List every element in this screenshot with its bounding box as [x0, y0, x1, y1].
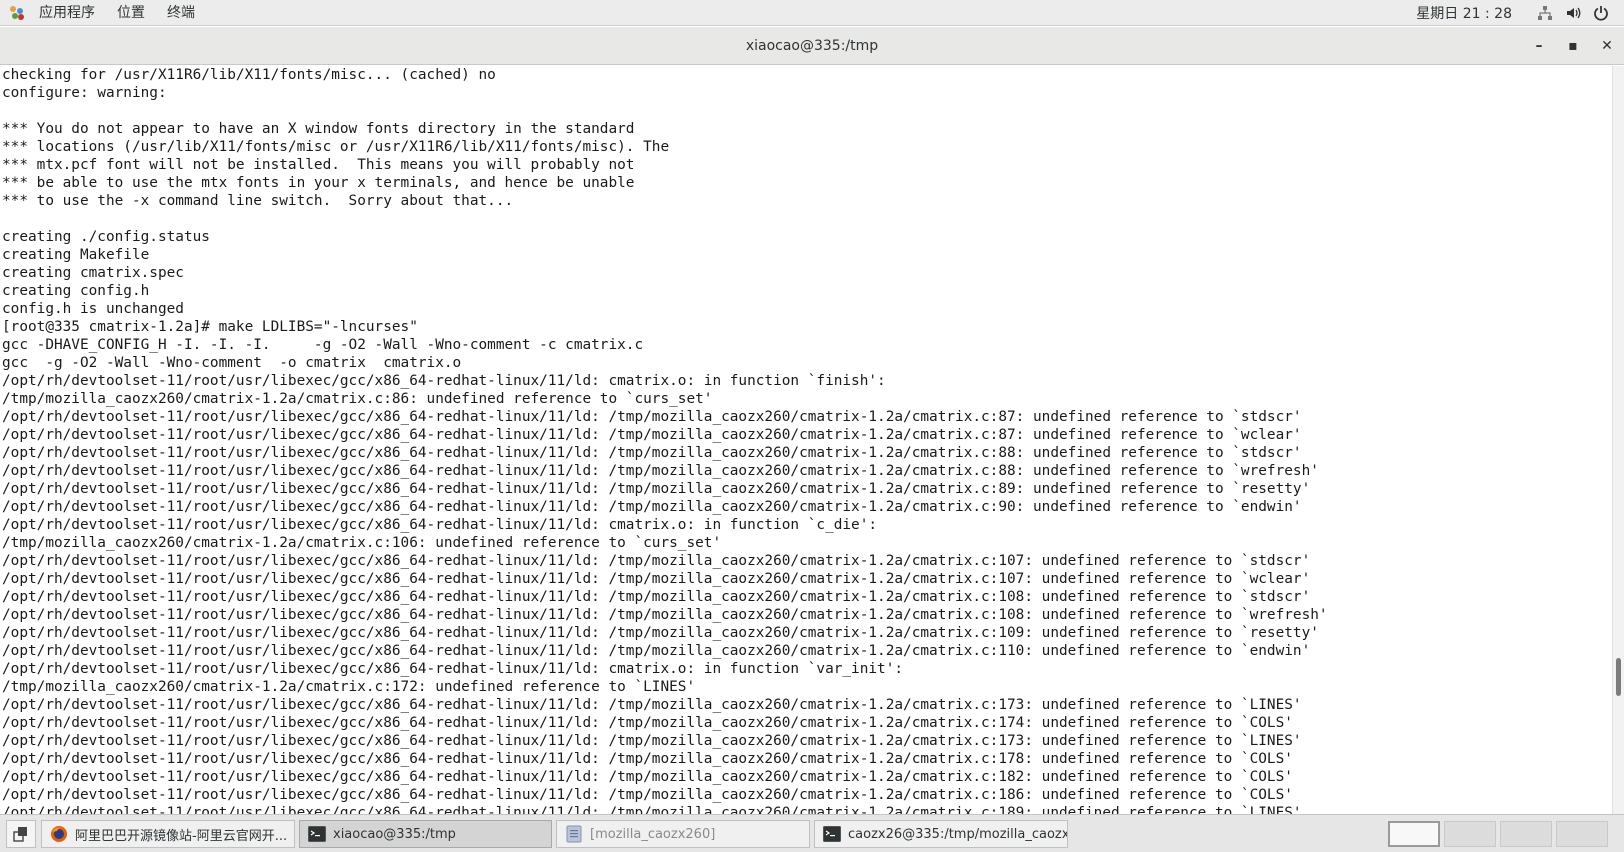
- workspace-1[interactable]: [1388, 821, 1440, 847]
- terminal-line: config.h is unchanged: [2, 301, 184, 317]
- terminal-line: /opt/rh/devtoolset-11/root/usr/libexec/g…: [2, 751, 1293, 767]
- top-bar: 应用程序 位置 终端 星期日 21 : 28: [0, 0, 1624, 26]
- terminal-line: creating cmatrix.spec: [2, 265, 184, 281]
- task-label: 阿里巴巴开源镜像站-阿里云官网开...: [75, 828, 288, 844]
- window-titlebar[interactable]: xiaocao@335:/tmp – ▪ ✕: [0, 27, 1624, 65]
- terminal-line: *** be able to use the mtx fonts in your…: [2, 175, 635, 191]
- scrollbar-thumb[interactable]: [1616, 658, 1621, 696]
- terminal-output[interactable]: checking for /usr/X11R6/lib/X11/fonts/mi…: [0, 66, 1612, 814]
- menu-places[interactable]: 位置: [106, 0, 156, 26]
- terminal-line: /opt/rh/devtoolset-11/root/usr/libexec/g…: [2, 625, 1319, 641]
- terminal-line: creating Makefile: [2, 247, 150, 263]
- terminal-line: /opt/rh/devtoolset-11/root/usr/libexec/g…: [2, 373, 886, 389]
- top-right: 星期日 21 : 28: [1416, 0, 1624, 26]
- terminal-line: /opt/rh/devtoolset-11/root/usr/libexec/g…: [2, 733, 1302, 749]
- show-desktop-button[interactable]: [6, 820, 36, 848]
- terminal-line: creating config.h: [2, 283, 150, 299]
- task-label: caozx26@335:/tmp/mozilla_caozx-...: [848, 826, 1068, 842]
- terminal-line: /opt/rh/devtoolset-11/root/usr/libexec/g…: [2, 481, 1311, 497]
- task-label: xiaocao@335:/tmp: [333, 826, 456, 842]
- window-title: xiaocao@335:/tmp: [745, 38, 879, 54]
- minimize-button[interactable]: –: [1522, 27, 1556, 65]
- system-tray: [1536, 4, 1610, 22]
- terminal-line: *** mtx.pcf font will not be installed. …: [2, 157, 635, 173]
- top-menu: 应用程序 位置 终端: [0, 0, 206, 26]
- menu-applications[interactable]: 应用程序: [28, 0, 106, 26]
- applications-icon: [10, 5, 24, 20]
- terminal-line: gcc -DHAVE_CONFIG_H -I. -I. -I. -g -O2 -…: [2, 337, 644, 353]
- task-terminal-current[interactable]: xiaocao@335:/tmp: [299, 820, 552, 848]
- terminal-line: /opt/rh/devtoolset-11/root/usr/libexec/g…: [2, 661, 904, 677]
- terminal-line: /tmp/mozilla_caozx260/cmatrix-1.2a/cmatr…: [2, 679, 696, 695]
- task-label: [mozilla_caozx260]: [590, 826, 716, 842]
- terminal-line: /opt/rh/devtoolset-11/root/usr/libexec/g…: [2, 589, 1311, 605]
- task-firefox[interactable]: 阿里巴巴开源镜像站-阿里云官网开...: [41, 820, 295, 848]
- terminal-line: /opt/rh/devtoolset-11/root/usr/libexec/g…: [2, 805, 1302, 814]
- power-icon[interactable]: [1592, 4, 1610, 22]
- terminal-line: /tmp/mozilla_caozx260/cmatrix-1.2a/cmatr…: [2, 535, 722, 551]
- terminal-line: configure: warning:: [2, 85, 167, 101]
- workspace-4[interactable]: [1556, 821, 1608, 847]
- terminal-line: /opt/rh/devtoolset-11/root/usr/libexec/g…: [2, 517, 878, 533]
- window-controls: – ▪ ✕: [1522, 27, 1624, 65]
- terminal-line: /opt/rh/devtoolset-11/root/usr/libexec/g…: [2, 427, 1302, 443]
- terminal-line: /opt/rh/devtoolset-11/root/usr/libexec/g…: [2, 571, 1311, 587]
- file-manager-icon: [565, 825, 583, 843]
- clock[interactable]: 星期日 21 : 28: [1416, 3, 1512, 23]
- terminal-line: *** to use the -x command line switch. S…: [2, 193, 514, 209]
- show-desktop-icon: [13, 827, 27, 842]
- terminal-line: *** locations (/usr/lib/X11/fonts/misc o…: [2, 139, 670, 155]
- terminal-line: /opt/rh/devtoolset-11/root/usr/libexec/g…: [2, 409, 1302, 425]
- volume-icon[interactable]: [1564, 4, 1582, 22]
- menu-terminal[interactable]: 终端: [156, 0, 206, 26]
- terminal-line: /opt/rh/devtoolset-11/root/usr/libexec/g…: [2, 715, 1293, 731]
- terminal-scrollbar[interactable]: [1612, 66, 1624, 814]
- terminal-line: gcc -g -O2 -Wall -Wno-comment -o cmatrix…: [2, 355, 462, 371]
- terminal-line: /opt/rh/devtoolset-11/root/usr/libexec/g…: [2, 553, 1311, 569]
- terminal-line: /tmp/mozilla_caozx260/cmatrix-1.2a/cmatr…: [2, 391, 713, 407]
- terminal-icon: [823, 825, 841, 843]
- terminal-line: /opt/rh/devtoolset-11/root/usr/libexec/g…: [2, 643, 1311, 659]
- taskbar: 阿里巴巴开源镜像站-阿里云官网开... xiaocao@335:/tmp [mo…: [0, 814, 1624, 852]
- terminal-line: /opt/rh/devtoolset-11/root/usr/libexec/g…: [2, 499, 1302, 515]
- terminal-line: /opt/rh/devtoolset-11/root/usr/libexec/g…: [2, 769, 1293, 785]
- terminal-line: creating ./config.status: [2, 229, 210, 245]
- terminal-line: /opt/rh/devtoolset-11/root/usr/libexec/g…: [2, 787, 1293, 803]
- task-file-manager[interactable]: [mozilla_caozx260]: [556, 820, 810, 848]
- close-button[interactable]: ✕: [1590, 27, 1624, 65]
- terminal-line: checking for /usr/X11R6/lib/X11/fonts/mi…: [2, 67, 496, 83]
- firefox-icon: [50, 825, 68, 843]
- terminal-line: *** You do not appear to have an X windo…: [2, 121, 635, 137]
- workspace-3[interactable]: [1500, 821, 1552, 847]
- task-terminal-other[interactable]: caozx26@335:/tmp/mozilla_caozx-...: [814, 820, 1068, 848]
- terminal-line: /opt/rh/devtoolset-11/root/usr/libexec/g…: [2, 445, 1302, 461]
- terminal-line: /opt/rh/devtoolset-11/root/usr/libexec/g…: [2, 463, 1319, 479]
- maximize-button[interactable]: ▪: [1556, 27, 1590, 65]
- terminal-line: /opt/rh/devtoolset-11/root/usr/libexec/g…: [2, 607, 1328, 623]
- terminal-line: /opt/rh/devtoolset-11/root/usr/libexec/g…: [2, 697, 1302, 713]
- network-icon[interactable]: [1536, 4, 1554, 22]
- terminal-icon: [308, 825, 326, 843]
- terminal-lines: checking for /usr/X11R6/lib/X11/fonts/mi…: [0, 66, 1612, 814]
- workspace-2[interactable]: [1444, 821, 1496, 847]
- terminal-line: [root@335 cmatrix-1.2a]# make LDLIBS="-l…: [2, 319, 418, 335]
